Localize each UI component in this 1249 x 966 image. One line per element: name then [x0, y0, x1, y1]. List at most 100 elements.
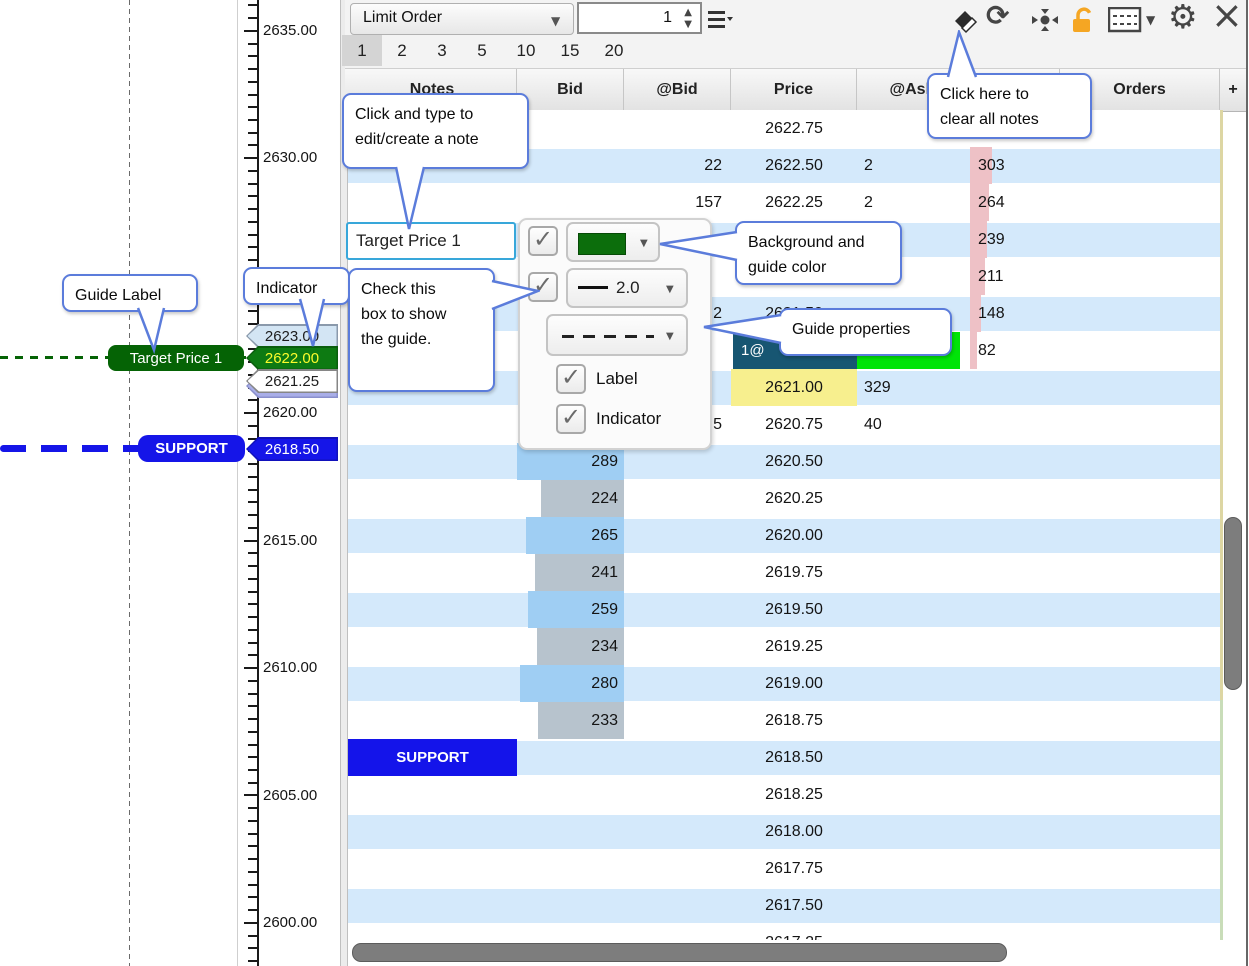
line-width-dropdown[interactable]: 2.0 ▼ — [566, 268, 688, 308]
preset-quantity-button[interactable]: 2 — [382, 35, 422, 66]
axis-label: 2610.00 — [263, 659, 317, 676]
color-enable-checkbox[interactable]: ✓ — [528, 226, 558, 256]
ladder-row[interactable]: 52620.7540 — [348, 406, 1220, 443]
ladder-row[interactable]: SUPPORT 2618.50 — [348, 739, 1220, 776]
guide-label-target-price[interactable]: Target Price 1 — [108, 345, 244, 371]
price-cell[interactable]: 2622.25 — [731, 184, 857, 221]
price-cell[interactable]: 2619.50 — [731, 591, 857, 628]
ask-size-cell[interactable]: 239 — [978, 221, 1005, 258]
ladder-row[interactable]: 2617.75 — [348, 850, 1220, 887]
price-indicator-tag[interactable]: 2622.00 — [246, 346, 338, 370]
price-indicator-tag[interactable]: 2621.25 — [246, 369, 338, 393]
spin-down-icon[interactable]: ▼ — [684, 20, 692, 30]
grid-chevron-icon[interactable]: ▼ — [1146, 13, 1155, 27]
ladder-row[interactable]: 2618.00 — [348, 813, 1220, 850]
axis-tick — [248, 960, 257, 962]
bid-size-cell[interactable]: 224 — [348, 480, 618, 517]
ladder-row[interactable]: 224 2620.25 — [348, 480, 1220, 517]
bid-size-cell[interactable]: 241 — [348, 554, 618, 591]
bid-size-cell[interactable]: 234 — [348, 628, 618, 665]
unlock-icon[interactable] — [1068, 5, 1098, 35]
ask-size-cell[interactable]: 148 — [978, 295, 1005, 332]
price-indicator-tag[interactable]: 2618.50 — [246, 437, 338, 461]
guide-label-support[interactable]: SUPPORT — [138, 435, 245, 462]
order-type-select[interactable]: Limit Order ▼ — [350, 3, 574, 35]
price-cell[interactable]: 2619.75 — [731, 554, 857, 591]
ladder-row[interactable]: 265 2620.00 — [348, 517, 1220, 554]
indicator-checkbox[interactable]: ✓ — [556, 404, 586, 434]
axis-label: 2635.00 — [263, 22, 317, 39]
price-cell[interactable]: 2617.75 — [731, 850, 857, 887]
price-cell[interactable]: 2620.25 — [731, 480, 857, 517]
window-right-border — [1246, 0, 1248, 966]
price-cell[interactable]: 2620.50 — [731, 443, 857, 480]
preset-quantity-button[interactable]: 3 — [422, 35, 462, 66]
note-input[interactable] — [346, 222, 516, 260]
callout-guide-props: Guide properties — [779, 308, 952, 356]
preset-quantity-button[interactable]: 15 — [550, 35, 590, 66]
axis-label: 2615.00 — [263, 532, 317, 549]
quantity-stepper[interactable]: 1 ▲ ▼ — [577, 2, 702, 34]
price-cell[interactable]: 2617.25 — [731, 924, 857, 940]
price-cell[interactable]: 2618.75 — [731, 702, 857, 739]
price-cell[interactable]: 2622.75 — [731, 110, 857, 147]
price-cell[interactable]: 2618.50 — [731, 739, 857, 776]
callout-bg-color: Background andguide color — [735, 221, 902, 285]
line-style-dropdown[interactable]: ▼ — [546, 314, 688, 356]
price-cell[interactable]: 2618.25 — [731, 776, 857, 813]
price-cell[interactable]: 2619.25 — [731, 628, 857, 665]
ask-size-cell[interactable]: 211 — [978, 258, 1004, 295]
label-checkbox[interactable]: ✓ — [556, 364, 586, 394]
ladder-row[interactable]: 259 2619.50 — [348, 591, 1220, 628]
ladder-row[interactable]: 1572622.252264 — [348, 184, 1220, 221]
header-add-column[interactable]: + — [1220, 69, 1246, 111]
highlighted-price-cell[interactable]: 2621.00 — [731, 369, 857, 406]
close-icon[interactable]: × — [1211, 0, 1243, 34]
ask-size-cell[interactable]: 82 — [978, 332, 996, 369]
refresh-icon[interactable]: ⟳ — [986, 2, 1009, 30]
ladder-row[interactable]: 233 2618.75 — [348, 702, 1220, 739]
chart-right-edge-line — [237, 0, 238, 966]
preset-quantity-button[interactable]: 20 — [594, 35, 634, 66]
price-axis[interactable] — [257, 0, 259, 966]
price-cell[interactable]: 2618.00 — [731, 813, 857, 850]
price-cell[interactable]: 2620.00 — [731, 517, 857, 554]
preset-quantity-button[interactable]: 1 — [342, 35, 382, 66]
bid-size-cell[interactable]: 233 — [348, 702, 618, 739]
price-cell[interactable]: 2620.75 — [731, 406, 857, 443]
vertical-scrollbar-thumb[interactable] — [1224, 517, 1242, 690]
horizontal-scrollbar-thumb[interactable] — [352, 943, 1007, 962]
ladder-row[interactable]: 2618.25 — [348, 776, 1220, 813]
at-ask-cell[interactable]: 329 — [864, 369, 891, 406]
ladder-row[interactable]: 2617.25 — [348, 924, 1220, 940]
at-ask-cell[interactable]: 2 — [864, 147, 873, 184]
ladder-row[interactable]: 241 2619.75 — [348, 554, 1220, 591]
axis-tick — [248, 578, 257, 580]
axis-tick — [244, 794, 257, 796]
ask-size-cell[interactable]: 264 — [978, 184, 1005, 221]
preset-quantity-button[interactable]: 10 — [506, 35, 546, 66]
settings-gear-icon[interactable]: ⚙ — [1168, 0, 1198, 33]
grid-columns-icon[interactable] — [1108, 7, 1142, 33]
ask-size-cell[interactable]: 303 — [978, 147, 1005, 184]
ladder-row[interactable]: 280 2619.00 — [348, 665, 1220, 702]
axis-label: 2605.00 — [263, 787, 317, 804]
recenter-icon[interactable] — [1030, 6, 1060, 34]
ladder-row[interactable]: 2617.50 — [348, 887, 1220, 924]
at-ask-cell[interactable]: 2 — [864, 184, 873, 221]
price-cell[interactable]: 2619.00 — [731, 665, 857, 702]
price-cell[interactable]: 2622.50 — [731, 147, 857, 184]
bid-size-cell[interactable]: 280 — [348, 665, 618, 702]
guide-color-dropdown[interactable]: ▼ — [566, 222, 660, 262]
axis-tick — [248, 884, 257, 886]
note-cell[interactable]: SUPPORT — [348, 739, 517, 776]
bid-size-cell[interactable]: 265 — [348, 517, 618, 554]
spin-up-icon[interactable]: ▲ — [684, 8, 692, 18]
menu-icon[interactable] — [707, 9, 733, 31]
ladder-row[interactable]: 2892620.50 — [348, 443, 1220, 480]
bid-size-cell[interactable]: 259 — [348, 591, 618, 628]
price-cell[interactable]: 2617.50 — [731, 887, 857, 924]
ladder-row[interactable]: 234 2619.25 — [348, 628, 1220, 665]
preset-quantity-button[interactable]: 5 — [462, 35, 502, 66]
at-ask-cell[interactable]: 40 — [864, 406, 882, 443]
